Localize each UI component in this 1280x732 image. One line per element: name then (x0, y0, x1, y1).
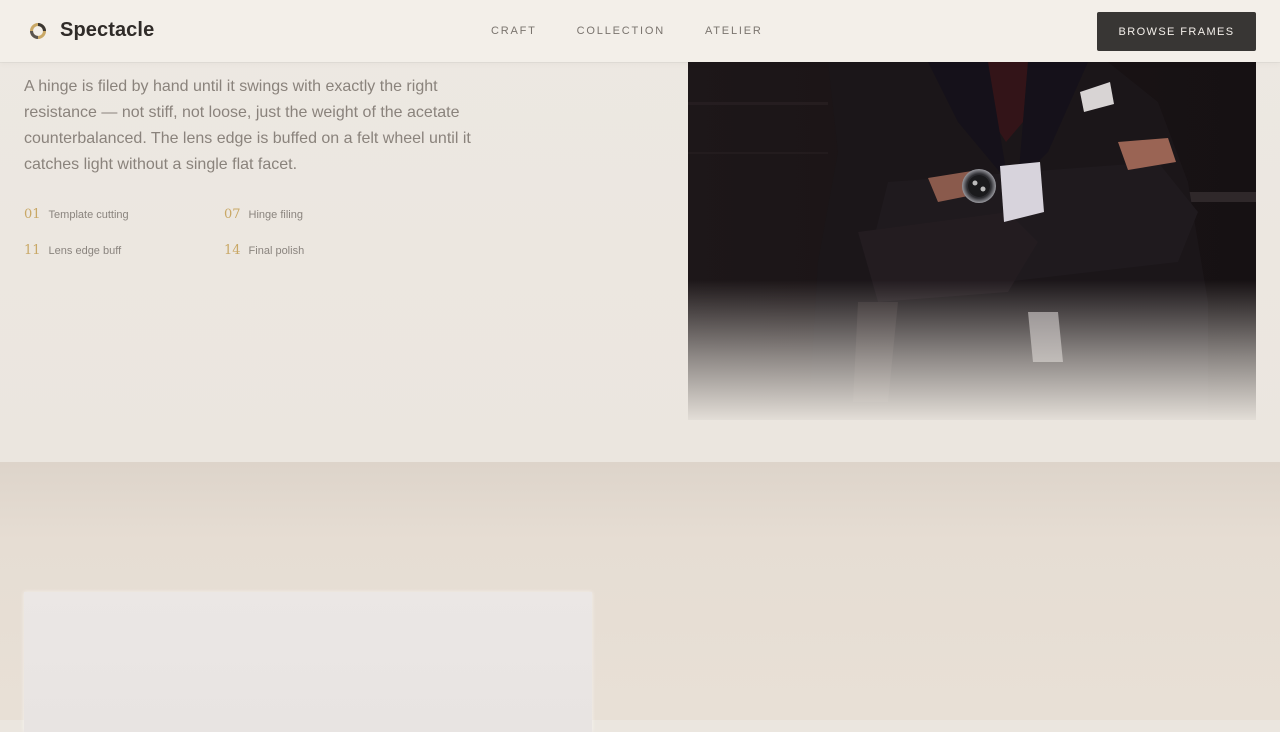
step-number: 11 (24, 243, 41, 258)
site-header: Spectacle CRAFT COLLECTION ATELIER BROWS… (0, 0, 1280, 62)
ring-logo-icon (30, 22, 46, 39)
craft-section: A hinge is filed by hand until it swings… (0, 0, 1280, 462)
process-step: 01 Template cutting (24, 207, 224, 225)
lower-section (0, 462, 1280, 732)
brand-logo[interactable]: Spectacle (28, 19, 154, 42)
main-nav: CRAFT COLLECTION ATELIER (491, 25, 763, 37)
nav-link-collection[interactable]: COLLECTION (577, 25, 665, 37)
process-steps: 01 Template cutting 07 Hinge filing 11 L… (24, 207, 424, 261)
browse-frames-button[interactable]: BROWSE FRAMES (1097, 12, 1256, 51)
nav-link-craft[interactable]: CRAFT (491, 25, 537, 37)
process-step: 14 Final polish (224, 243, 424, 261)
step-label: Hinge filing (248, 209, 303, 221)
process-step: 07 Hinge filing (224, 207, 424, 225)
step-number: 07 (224, 207, 241, 222)
step-label: Final polish (248, 245, 305, 257)
process-step: 11 Lens edge buff (24, 243, 224, 261)
photo-fade-overlay (688, 280, 1256, 420)
craft-photo (688, 62, 1256, 420)
step-label: Template cutting (48, 209, 129, 221)
step-number: 14 (224, 243, 241, 258)
nav-link-atelier[interactable]: ATELIER (705, 25, 763, 37)
step-label: Lens edge buff (48, 245, 122, 257)
brand-name: Spectacle (60, 19, 155, 41)
image-placeholder-card (24, 592, 592, 732)
step-number: 01 (24, 207, 41, 222)
craft-description: A hinge is filed by hand until it swings… (24, 78, 471, 173)
